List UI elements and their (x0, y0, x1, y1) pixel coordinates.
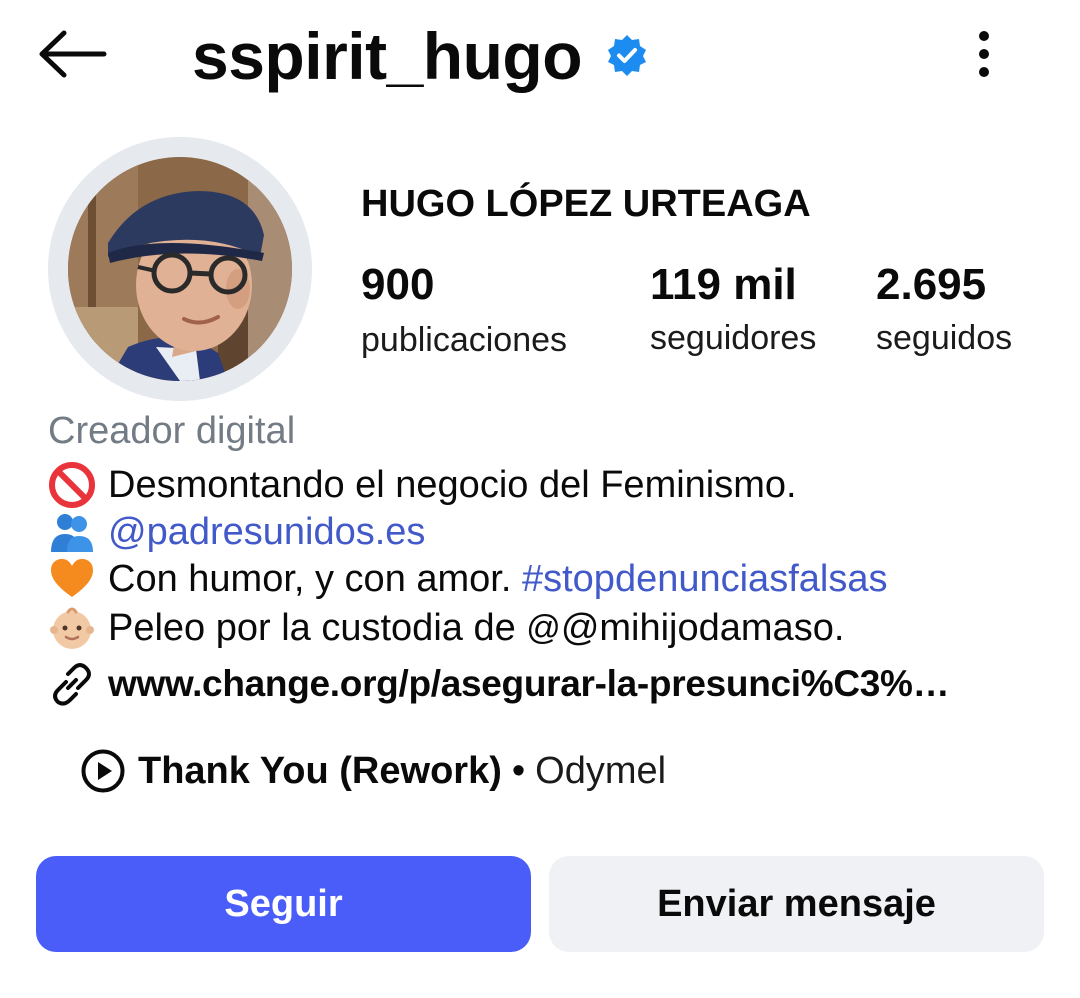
bio-text: Desmontando el negocio del Feminismo. (108, 463, 797, 506)
followers-label[interactable]: seguidores (650, 318, 816, 358)
profile-username: sspirit_hugo (192, 19, 583, 93)
send-message-button[interactable]: Enviar mensaje (549, 856, 1044, 952)
back-button[interactable] (32, 24, 112, 84)
arrow-left-icon (39, 30, 107, 78)
followers-count[interactable]: 119 mil (650, 259, 797, 311)
following-label[interactable]: seguidos (876, 318, 1012, 358)
music-separator: • (511, 749, 526, 792)
full-name: HUGO LÓPEZ URTEAGA (361, 183, 811, 225)
profile-music[interactable]: Thank You (Rework) • Odymel (80, 745, 666, 797)
follow-button[interactable]: Seguir (36, 856, 531, 952)
more-options-button[interactable] (962, 26, 1006, 82)
bio-line: Con humor, y con amor. #stopdenunciasfal… (48, 555, 887, 603)
mention-link[interactable]: @padresunidos.es (108, 511, 425, 554)
baby-emoji-icon (48, 604, 96, 652)
play-circle-icon (81, 749, 125, 793)
link-icon (48, 660, 96, 708)
avatar[interactable] (68, 157, 292, 381)
bio-line: @padresunidos.es (48, 508, 425, 556)
posts-label: publicaciones (361, 321, 568, 359)
no-entry-emoji-icon (48, 461, 96, 509)
external-link[interactable]: www.change.org/p/asegurar-la-presunci%C3… (48, 660, 950, 708)
song-artist: Odymel (535, 749, 667, 792)
song-title: Thank You (Rework) (138, 749, 502, 792)
following-count[interactable]: 2.695 (876, 259, 986, 311)
more-vertical-icon (979, 31, 989, 77)
verified-badge-icon (605, 33, 649, 77)
hashtag-link[interactable]: #stopdenunciasfalsas (522, 558, 887, 601)
profile-category: Creador digital (48, 410, 296, 452)
bio-text: Peleo por la custodia de (108, 606, 516, 649)
link-text[interactable]: www.change.org/p/asegurar-la-presunci%C3… (108, 663, 950, 705)
bio-line: Desmontando el negocio del Feminismo. (48, 461, 797, 509)
bio-line: Peleo por la custodia de @ @mihijodamaso. (48, 604, 844, 652)
posts-count: 900 (361, 260, 435, 309)
people-hugging-emoji-icon (48, 508, 96, 556)
threads-mention[interactable]: @mihijodamaso. (561, 607, 845, 650)
threads-icon: @ (526, 608, 561, 647)
bio-text: Con humor, y con amor. (108, 557, 512, 600)
orange-heart-emoji-icon (48, 555, 96, 603)
